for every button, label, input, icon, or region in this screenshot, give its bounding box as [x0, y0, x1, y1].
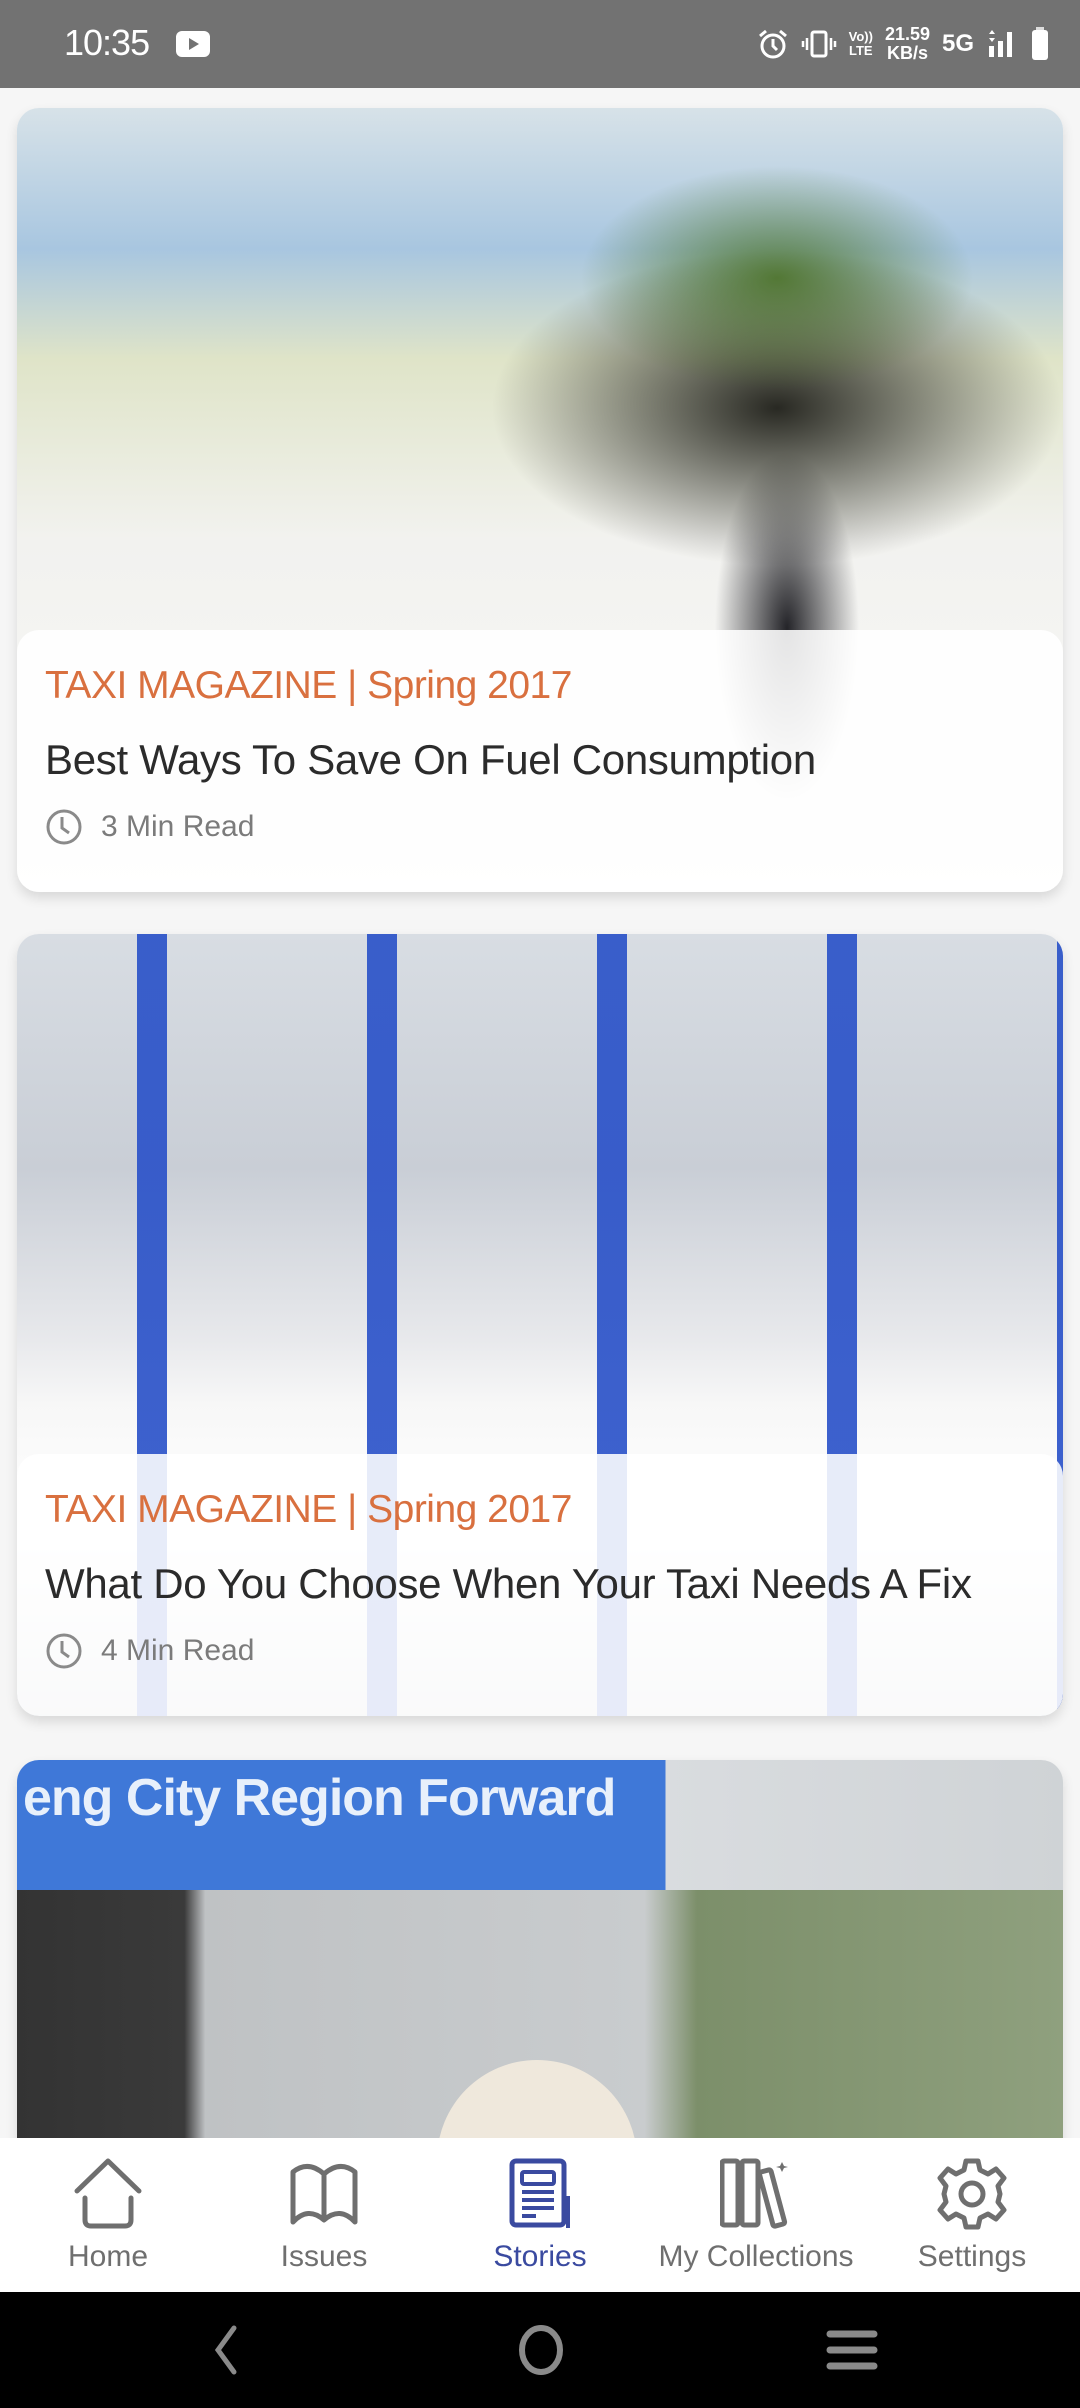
story-title[interactable]: Best Ways To Save On Fuel Consumption — [45, 736, 1035, 784]
sign-text: eng City Region Forward — [23, 1769, 616, 1827]
volte-icon: Vo)) LTE — [849, 30, 873, 58]
read-time: 4 Min Read — [45, 1632, 1035, 1670]
recents-icon[interactable] — [826, 2322, 878, 2378]
story-card[interactable]: TAXI MAGAZINE | Spring 2017 What Do You … — [17, 934, 1063, 1716]
status-bar: 10:35 Vo)) LTE 21.59 KB/s 5G — [0, 0, 1080, 88]
stories-icon — [509, 2158, 570, 2228]
stories-list[interactable]: TAXI MAGAZINE | Spring 2017 Best Ways To… — [0, 88, 1080, 2138]
volte-bottom: LTE — [848, 43, 873, 58]
bottom-tab-bar: Home Issues Stories My Collections Setti… — [0, 2138, 1080, 2292]
system-nav-bar — [0, 2292, 1080, 2408]
collections-icon — [720, 2158, 788, 2229]
tab-stories[interactable]: Stories — [432, 2138, 648, 2292]
story-magazine: TAXI MAGAZINE | Spring 2017 — [45, 1488, 572, 1531]
story-magazine: TAXI MAGAZINE | Spring 2017 — [45, 664, 572, 707]
alarm-icon — [758, 29, 787, 59]
battery-icon — [1032, 27, 1048, 60]
youtube-icon — [176, 31, 210, 57]
status-time: 10:35 — [64, 22, 150, 63]
tab-label: Settings — [917, 2240, 1027, 2273]
network-speed: 21.59 KB/s — [885, 25, 930, 63]
speed-unit: KB/s — [886, 43, 928, 63]
status-icons: Vo)) LTE 21.59 KB/s 5G — [757, 18, 1050, 70]
story-info: TAXI MAGAZINE | Spring 2017 Best Ways To… — [17, 630, 1063, 892]
story-card[interactable]: TAXI MAGAZINE | Spring 2017 Best Ways To… — [17, 108, 1063, 892]
read-time: 3 Min Read — [45, 808, 1035, 846]
story-info: TAXI MAGAZINE | Spring 2017 What Do You … — [17, 1454, 1063, 1716]
tab-label: My Collections — [658, 2240, 854, 2273]
clock-icon — [46, 809, 82, 845]
tab-label: Home — [67, 2240, 149, 2273]
story-title[interactable]: What Do You Choose When Your Taxi Needs … — [45, 1560, 1035, 1608]
home-icon — [74, 2158, 142, 2229]
gear-icon — [937, 2158, 1007, 2230]
tab-label: Stories — [493, 2240, 587, 2273]
tab-home[interactable]: Home — [0, 2138, 216, 2292]
tab-settings[interactable]: Settings — [864, 2138, 1080, 2292]
tab-label: Issues — [280, 2240, 368, 2273]
home-button-icon[interactable] — [516, 2322, 566, 2378]
city-region-sign-image: eng City Region Forward — [17, 1760, 1063, 2138]
back-icon[interactable] — [210, 2322, 240, 2378]
tab-issues[interactable]: Issues — [216, 2138, 432, 2292]
signal-icon — [989, 30, 1012, 57]
story-card[interactable]: eng City Region Forward — [17, 1760, 1063, 2138]
network-type: 5G — [941, 30, 974, 57]
clock-icon — [46, 1633, 82, 1669]
tab-my-collections[interactable]: My Collections — [648, 2138, 864, 2292]
volte-top: Vo)) — [848, 29, 873, 44]
vibrate-icon — [801, 30, 836, 58]
speed-value: 21.59 — [884, 24, 930, 44]
book-icon — [290, 2164, 358, 2225]
read-time-label: 3 Min Read — [101, 810, 255, 843]
read-time-label: 4 Min Read — [101, 1634, 255, 1667]
